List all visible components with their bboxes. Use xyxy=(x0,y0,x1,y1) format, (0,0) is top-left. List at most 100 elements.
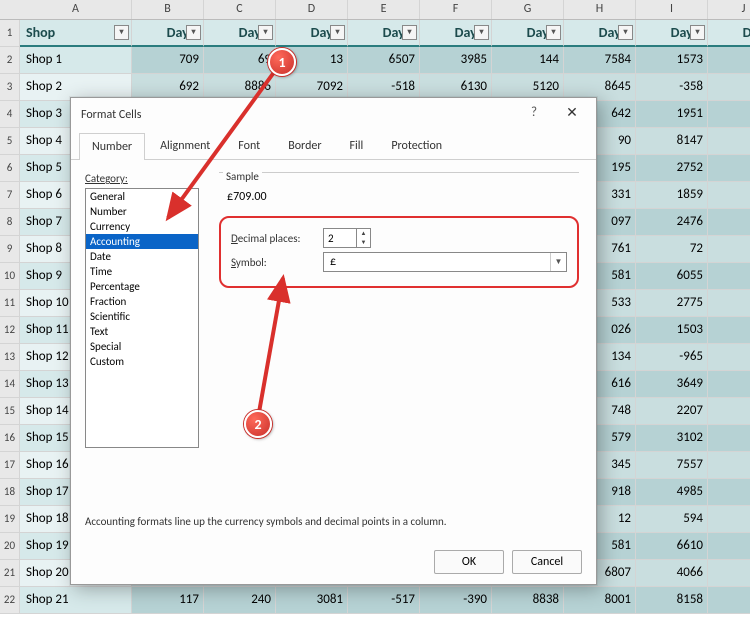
row-header[interactable]: 8 xyxy=(0,209,20,236)
data-cell[interactable]: 31 xyxy=(708,425,750,452)
category-item-percentage[interactable]: Percentage xyxy=(86,279,198,294)
data-cell[interactable]: 6055 xyxy=(636,263,708,290)
data-cell[interactable]: 80 xyxy=(708,101,750,128)
filter-dropdown-icon[interactable]: ▾ xyxy=(690,25,705,40)
data-cell[interactable]: 709 xyxy=(132,47,204,74)
data-cell[interactable]: -390 xyxy=(420,587,492,614)
spinner-arrows[interactable]: ▲▼ xyxy=(356,229,370,247)
data-cell[interactable]: 2752 xyxy=(636,155,708,182)
data-cell[interactable]: -358 xyxy=(636,74,708,101)
cancel-button[interactable]: Cancel xyxy=(512,550,582,574)
data-cell[interactable]: 1503 xyxy=(636,317,708,344)
category-item-date[interactable]: Date xyxy=(86,249,198,264)
header-cell[interactable]: Shop▾ xyxy=(20,20,132,47)
data-cell[interactable]: 3102 xyxy=(636,425,708,452)
header-cell[interactable]: Day 4▾ xyxy=(348,20,420,47)
chevron-down-icon[interactable]: ▼ xyxy=(357,238,370,247)
data-cell[interactable]: Shop 21 xyxy=(20,587,132,614)
data-cell[interactable]: 24 xyxy=(708,587,750,614)
data-cell[interactable]: 2476 xyxy=(636,209,708,236)
column-header-F[interactable]: F xyxy=(420,0,492,19)
row-header[interactable]: 13 xyxy=(0,344,20,371)
data-cell[interactable]: 4985 xyxy=(636,479,708,506)
data-cell[interactable]: 44 xyxy=(708,344,750,371)
data-cell[interactable]: 60 xyxy=(708,398,750,425)
column-header-H[interactable]: H xyxy=(564,0,636,19)
category-listbox[interactable]: GeneralNumberCurrencyAccountingDateTimeP… xyxy=(85,188,199,448)
row-header[interactable]: 5 xyxy=(0,128,20,155)
data-cell[interactable]: 22 xyxy=(708,74,750,101)
tab-protection[interactable]: Protection xyxy=(378,132,455,159)
row-header[interactable]: 6 xyxy=(0,155,20,182)
decimal-places-spinner[interactable]: 2 ▲▼ xyxy=(323,228,371,248)
data-cell[interactable]: 7557 xyxy=(636,452,708,479)
category-item-accounting[interactable]: Accounting xyxy=(86,234,198,249)
header-cell[interactable]: Day 6▾ xyxy=(492,20,564,47)
filter-dropdown-icon[interactable]: ▾ xyxy=(618,25,633,40)
row-header[interactable]: 21 xyxy=(0,560,20,587)
category-item-general[interactable]: General xyxy=(86,189,198,204)
column-header-A[interactable]: A xyxy=(20,0,132,19)
data-cell[interactable]: 1573 xyxy=(636,47,708,74)
row-header[interactable]: 12 xyxy=(0,317,20,344)
row-header[interactable]: 16 xyxy=(0,425,20,452)
data-cell[interactable]: -965 xyxy=(636,344,708,371)
filter-dropdown-icon[interactable]: ▾ xyxy=(402,25,417,40)
data-cell[interactable]: 72 xyxy=(636,236,708,263)
help-button[interactable]: ? xyxy=(516,98,552,128)
data-cell[interactable]: -3 xyxy=(708,452,750,479)
data-cell[interactable]: -517 xyxy=(348,587,420,614)
data-cell[interactable]: 10 xyxy=(708,182,750,209)
row-header[interactable]: 3 xyxy=(0,74,20,101)
row-header[interactable]: 7 xyxy=(0,182,20,209)
data-cell[interactable]: 4066 xyxy=(636,560,708,587)
header-cell[interactable]: Day 3▾ xyxy=(276,20,348,47)
data-cell[interactable]: 3649 xyxy=(636,371,708,398)
row-header[interactable]: 11 xyxy=(0,290,20,317)
category-item-currency[interactable]: Currency xyxy=(86,219,198,234)
column-header-I[interactable]: I xyxy=(636,0,708,19)
data-cell[interactable]: 53 xyxy=(708,263,750,290)
data-cell[interactable]: Shop 1 xyxy=(20,47,132,74)
header-cell[interactable]: Day 8▾ xyxy=(636,20,708,47)
filter-dropdown-icon[interactable]: ▾ xyxy=(330,25,345,40)
data-cell[interactable]: 17 xyxy=(708,155,750,182)
filter-dropdown-icon[interactable]: ▾ xyxy=(546,25,561,40)
row-header[interactable]: 17 xyxy=(0,452,20,479)
data-cell[interactable]: 58 xyxy=(708,290,750,317)
header-cell[interactable]: Day 1▾ xyxy=(132,20,204,47)
data-cell[interactable]: 41 xyxy=(708,236,750,263)
data-cell[interactable]: 8001 xyxy=(564,587,636,614)
data-cell[interactable]: 83 xyxy=(708,317,750,344)
data-cell[interactable]: 75 xyxy=(708,209,750,236)
data-cell[interactable]: 4 xyxy=(708,47,750,74)
data-cell[interactable]: -1 xyxy=(708,560,750,587)
chevron-up-icon[interactable]: ▲ xyxy=(357,229,370,238)
column-header-B[interactable]: B xyxy=(132,0,204,19)
row-header[interactable]: 2 xyxy=(0,47,20,74)
row-header[interactable]: 22 xyxy=(0,587,20,614)
data-cell[interactable]: 8838 xyxy=(492,587,564,614)
chevron-down-icon[interactable]: ▼ xyxy=(550,253,566,271)
data-cell[interactable]: 47 xyxy=(708,479,750,506)
tab-border[interactable]: Border xyxy=(275,132,334,159)
category-item-text[interactable]: Text xyxy=(86,324,198,339)
column-header-E[interactable]: E xyxy=(348,0,420,19)
row-header[interactable]: 10 xyxy=(0,263,20,290)
tab-number[interactable]: Number xyxy=(79,133,145,160)
data-cell[interactable]: 144 xyxy=(492,47,564,74)
row-header[interactable]: 18 xyxy=(0,479,20,506)
symbol-dropdown[interactable]: £ ▼ xyxy=(323,252,567,272)
tab-fill[interactable]: Fill xyxy=(337,132,377,159)
filter-dropdown-icon[interactable]: ▾ xyxy=(114,25,129,40)
row-header[interactable]: 14 xyxy=(0,371,20,398)
data-cell[interactable]: 34 xyxy=(708,371,750,398)
close-button[interactable]: ✕ xyxy=(554,98,590,128)
column-header-D[interactable]: D xyxy=(276,0,348,19)
row-header[interactable]: 20 xyxy=(0,533,20,560)
data-cell[interactable]: 3985 xyxy=(420,47,492,74)
header-cell[interactable]: Day 7▾ xyxy=(564,20,636,47)
data-cell[interactable]: 7584 xyxy=(564,47,636,74)
data-cell[interactable]: 594 xyxy=(636,506,708,533)
data-cell[interactable]: 6610 xyxy=(636,533,708,560)
